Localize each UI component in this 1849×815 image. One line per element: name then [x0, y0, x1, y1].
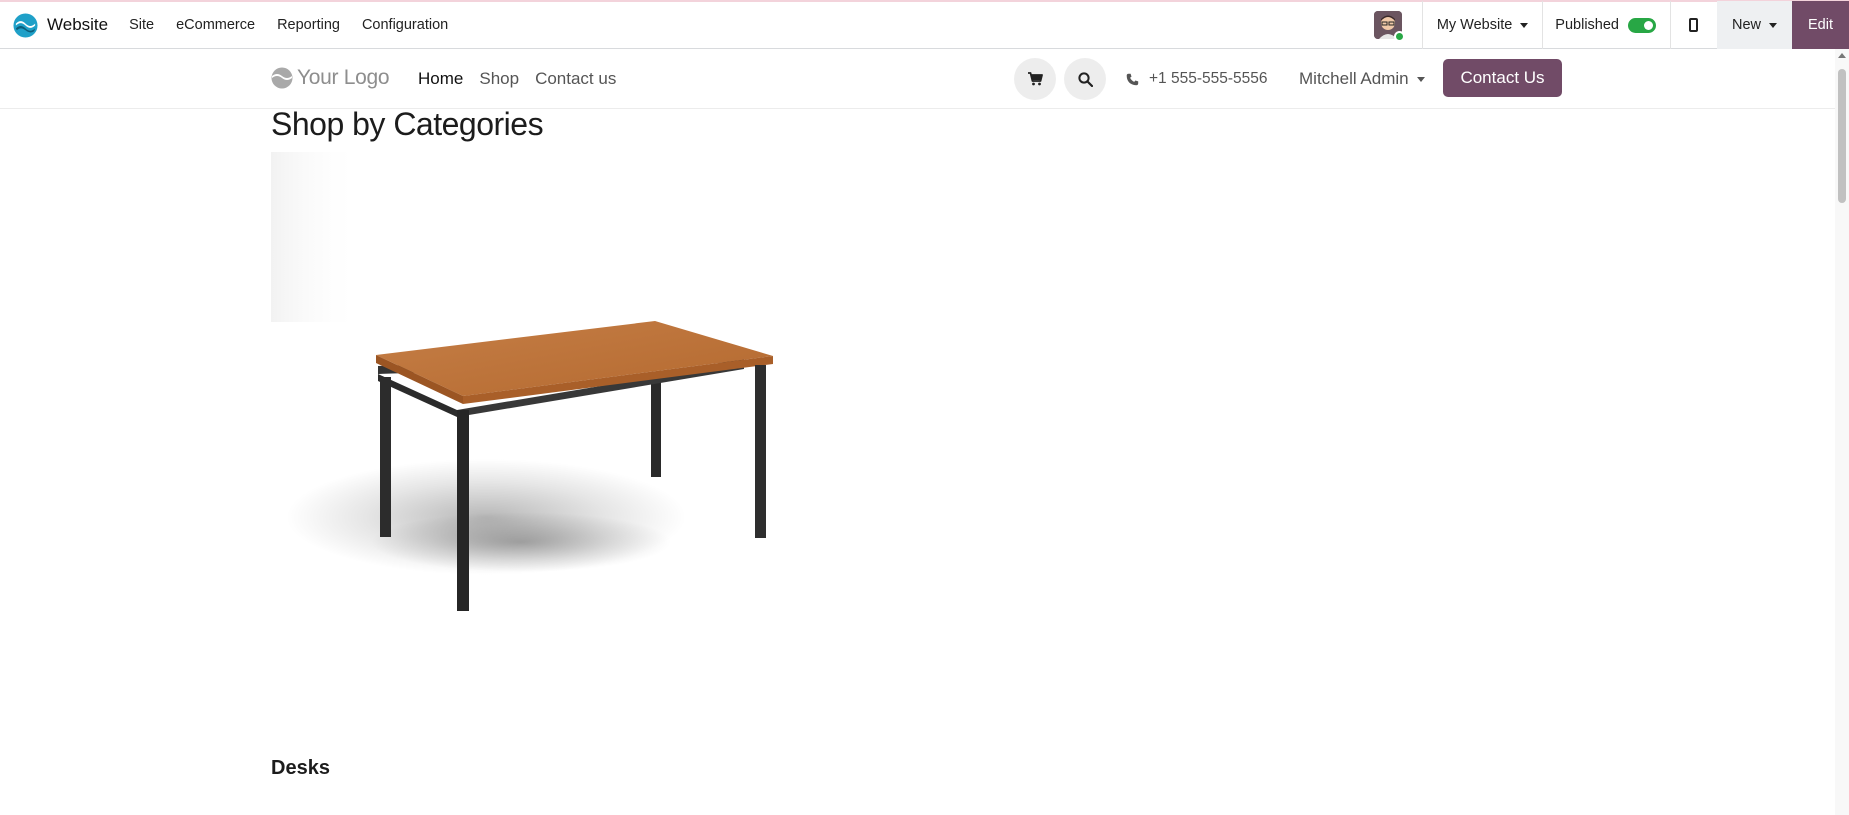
- nav-contact-us[interactable]: Contact us: [535, 69, 616, 89]
- edit-button[interactable]: Edit: [1792, 0, 1849, 50]
- mobile-preview-button[interactable]: [1671, 1, 1717, 50]
- phone-number: +1 555-555-5556: [1149, 70, 1268, 87]
- category-image-desks[interactable]: [271, 152, 781, 627]
- cart-button[interactable]: [1014, 58, 1056, 100]
- website-selector[interactable]: My Website: [1423, 17, 1542, 33]
- page-title: Shop by Categories: [271, 106, 544, 142]
- site-header: Your Logo Home Shop Contact us +1 555-55…: [0, 49, 1835, 109]
- online-status-icon: [1393, 31, 1405, 42]
- page-scrollbar[interactable]: [1835, 49, 1849, 815]
- main-nav: Home Shop Contact us: [418, 49, 632, 109]
- chevron-down-icon: [1769, 22, 1777, 28]
- user-avatar[interactable]: [1373, 11, 1405, 42]
- phone-link[interactable]: +1 555-555-5556: [1126, 49, 1268, 109]
- published-label: Published: [1555, 17, 1619, 33]
- cart-icon: [1027, 72, 1043, 86]
- category-name-desks[interactable]: Desks: [271, 757, 330, 780]
- menu-ecommerce[interactable]: eCommerce: [165, 1, 266, 50]
- menu-configuration[interactable]: Configuration: [351, 1, 459, 50]
- admin-menu: Site eCommerce Reporting Configuration: [118, 2, 459, 48]
- desk-table-image: [271, 152, 773, 611]
- chevron-down-icon: [1416, 76, 1425, 82]
- menu-site[interactable]: Site: [118, 1, 165, 50]
- logo-text: Your Logo: [297, 66, 390, 89]
- publish-toggle-group: Published: [1543, 17, 1670, 33]
- scroll-up-icon[interactable]: [1838, 53, 1846, 58]
- new-button-label: New: [1731, 17, 1761, 33]
- admin-top-bar: Website Site eCommerce Reporting Configu…: [0, 0, 1849, 50]
- website-selector-label: My Website: [1436, 17, 1513, 33]
- search-icon: [1077, 71, 1093, 87]
- menu-reporting[interactable]: Reporting: [266, 1, 351, 50]
- app-name: Website: [47, 15, 109, 34]
- app-brand[interactable]: Website: [0, 2, 118, 48]
- scrollbar-thumb[interactable]: [1838, 69, 1846, 203]
- new-button[interactable]: New: [1716, 0, 1792, 50]
- chevron-down-icon: [1520, 22, 1529, 28]
- website-app-icon: [13, 12, 38, 38]
- logo-icon: [271, 67, 293, 89]
- phone-icon: [1126, 73, 1139, 85]
- nav-shop[interactable]: Shop: [479, 69, 519, 89]
- site-logo[interactable]: Your Logo: [271, 66, 390, 90]
- user-name: Mitchell Admin: [1299, 69, 1409, 88]
- user-menu[interactable]: Mitchell Admin: [1299, 49, 1425, 109]
- contact-us-button[interactable]: Contact Us: [1443, 59, 1562, 97]
- search-button[interactable]: [1064, 58, 1106, 100]
- nav-home[interactable]: Home: [418, 69, 463, 89]
- admin-right-actions: My Website Published New Edit: [1373, 0, 1849, 50]
- mobile-icon: [1689, 18, 1699, 32]
- published-toggle[interactable]: [1627, 17, 1656, 33]
